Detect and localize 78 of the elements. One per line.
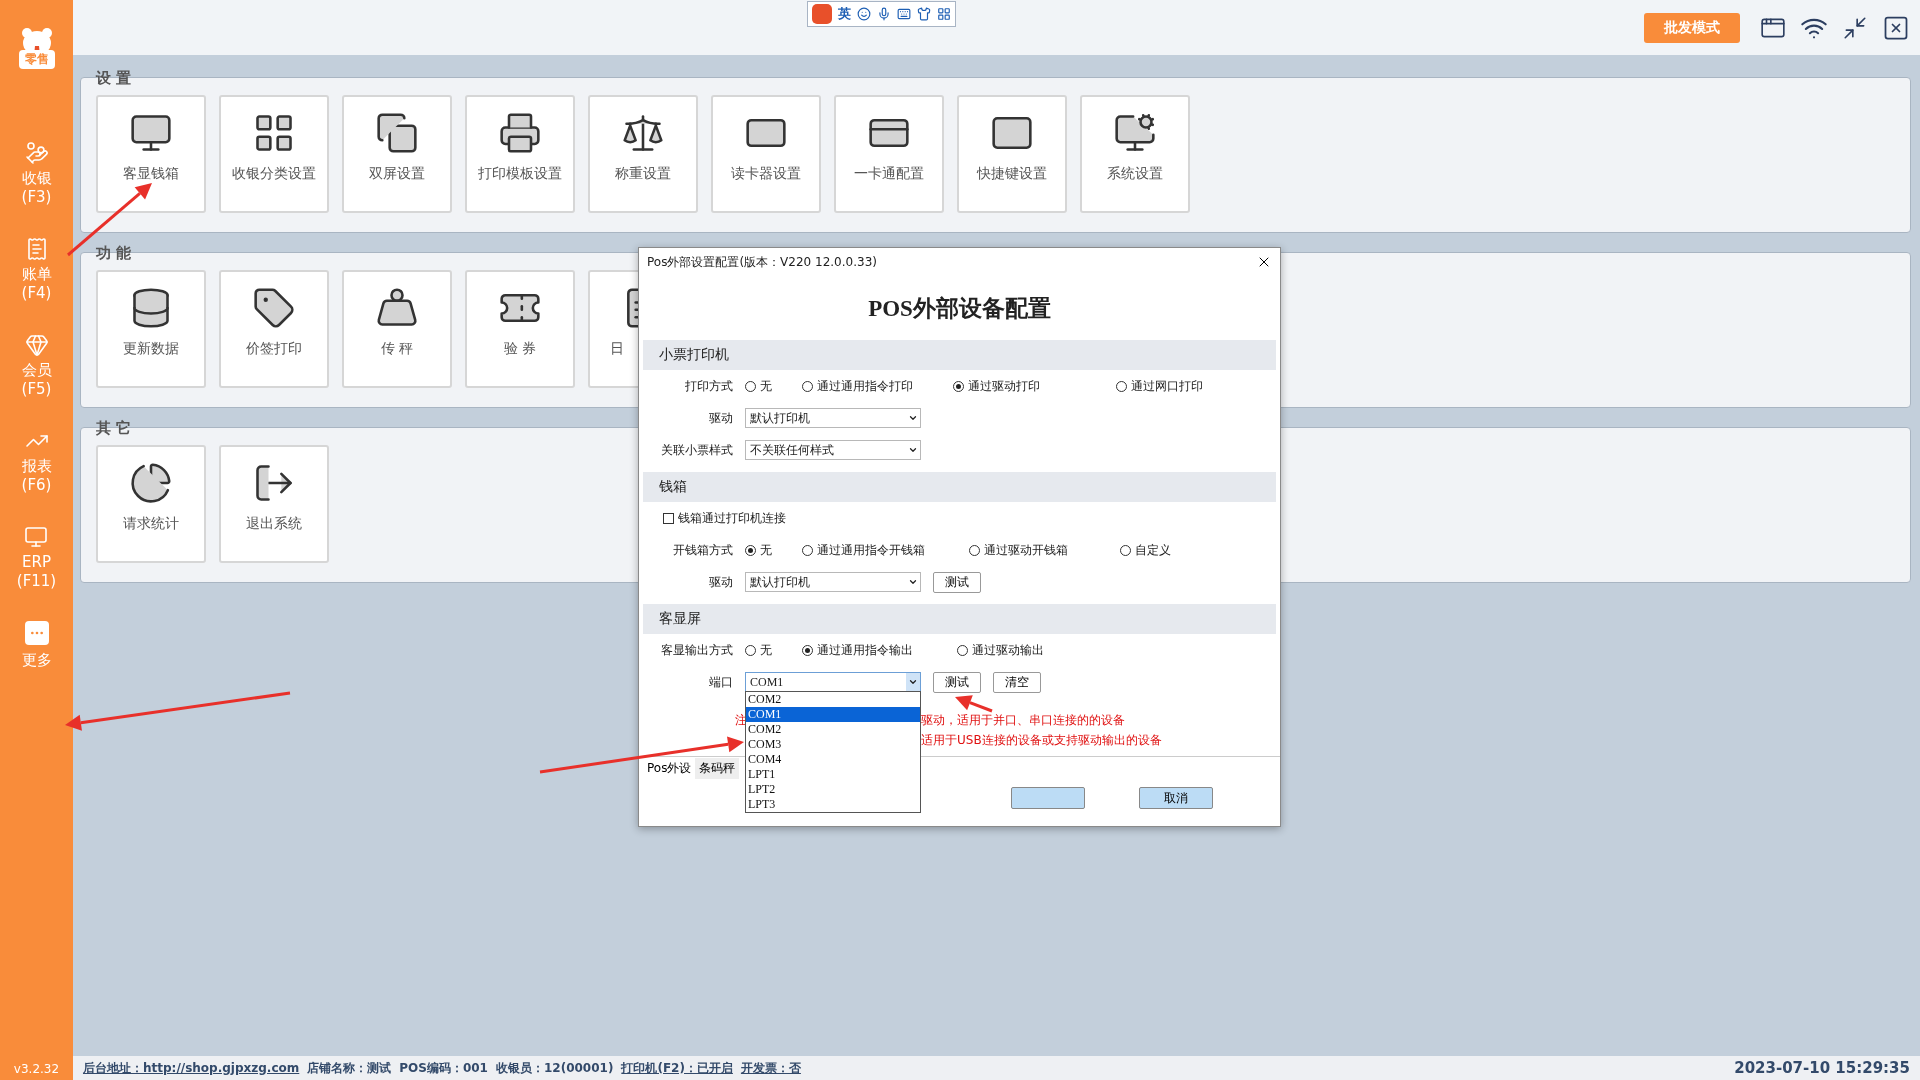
radio-option[interactable]: 无: [745, 541, 772, 559]
settings-tile[interactable]: 传 秤: [342, 270, 452, 388]
pie-chart-icon: [129, 461, 173, 505]
radio-option[interactable]: 通过通用指令打印: [802, 377, 913, 395]
section-title: 功 能: [96, 244, 132, 262]
radio-option[interactable]: 无: [745, 377, 772, 395]
caret-icon: [908, 413, 918, 423]
settings-tile[interactable]: 双屏设置: [342, 95, 452, 213]
cancel-button[interactable]: 取消: [1139, 787, 1213, 809]
version-text: v3.2.32: [13, 1062, 60, 1076]
caret-icon: [908, 577, 918, 587]
dialog-button[interactable]: 测试: [933, 671, 981, 693]
settings-tile[interactable]: 价签打印: [219, 270, 329, 388]
settings-tile[interactable]: 打印模板设置: [465, 95, 575, 213]
field-label: 打印方式: [684, 377, 733, 395]
section-title: 其 它: [96, 419, 132, 437]
dropdown[interactable]: 默认打印机: [745, 572, 921, 592]
field-label: 端口: [708, 673, 733, 691]
settings-tile[interactable]: 客显钱箱: [96, 95, 206, 213]
printer-icon: [498, 111, 542, 155]
status-link[interactable]: 打印机(F2)：已开启: [621, 1059, 733, 1077]
ime-language[interactable]: 英: [838, 5, 851, 23]
grid-icon[interactable]: [937, 7, 951, 21]
field-label: 关联小票样式: [660, 441, 733, 459]
status-text: 收银员：12(00001): [495, 1059, 614, 1077]
tag-icon: [252, 286, 296, 330]
dialog-title: Pos外部设置配置(版本：V220 12.0.0.33): [647, 253, 877, 271]
datetime-text: 2023-07-10 15:29:35: [1734, 1059, 1910, 1077]
field-label: 客显输出方式: [660, 641, 733, 659]
dialog-button[interactable]: 清空: [993, 671, 1041, 693]
status-link[interactable]: 开发票：否: [740, 1059, 801, 1077]
field-label: 开钱箱方式: [672, 541, 733, 559]
checkbox-option[interactable]: 钱箱通过打印机连接: [663, 509, 786, 527]
radio-option[interactable]: 通过通用指令开钱箱: [802, 541, 925, 559]
settings-tile[interactable]: 称重设置: [588, 95, 698, 213]
group-title: 客显屏: [659, 610, 701, 628]
group-title: 钱箱: [659, 478, 687, 496]
settings-tile[interactable]: 系统设置: [1080, 95, 1190, 213]
caret-icon: [908, 677, 918, 687]
annotation-arrow: [955, 695, 993, 713]
section-title: 设 置: [96, 69, 132, 87]
group-title: 小票打印机: [659, 346, 729, 364]
radio-option[interactable]: 通过驱动打印: [953, 377, 1040, 395]
radio-option[interactable]: 通过驱动输出: [957, 641, 1044, 659]
settings-tile[interactable]: 一卡通配置: [834, 95, 944, 213]
copy-icon: [375, 111, 419, 155]
radio-option[interactable]: 通过网口打印: [1116, 377, 1203, 395]
dialog-tab[interactable]: 条码秤: [695, 757, 740, 779]
settings-tile[interactable]: 快捷键设置: [957, 95, 1067, 213]
dropdown-option[interactable]: COM1: [746, 707, 920, 722]
radio-option[interactable]: 通过通用指令输出: [802, 641, 913, 659]
logo-text: 零售: [18, 50, 55, 69]
radio-option[interactable]: 自定义: [1120, 541, 1171, 559]
shirt-icon[interactable]: [917, 7, 931, 21]
dropdown[interactable]: 默认打印机: [745, 408, 921, 428]
microphone-icon[interactable]: [877, 7, 891, 21]
settings-tile[interactable]: 验 券: [465, 270, 575, 388]
note-text: 驱动，适用于并口、串口连接的的设备: [921, 712, 1126, 729]
dialog-button[interactable]: 测试: [933, 571, 981, 593]
ime-logo-icon[interactable]: [812, 4, 832, 24]
settings-tile[interactable]: 收银分类设置: [219, 95, 329, 213]
settings-tile[interactable]: 读卡器设置: [711, 95, 821, 213]
caret-icon: [908, 445, 918, 455]
settings-tile[interactable]: 请求统计: [96, 445, 206, 563]
dropdown[interactable]: 不关联任何样式: [745, 440, 921, 460]
status-text: 店铺名称：测试: [307, 1059, 392, 1077]
field-label: 驱动: [708, 573, 733, 591]
minimize-icon[interactable]: [1842, 14, 1868, 41]
status-link[interactable]: 后台地址：http://shop.gjpxzg.com: [83, 1059, 300, 1077]
settings-tile[interactable]: 退出系统: [219, 445, 329, 563]
settings-tile[interactable]: 更新数据: [96, 270, 206, 388]
radio-option[interactable]: 通过驱动开钱箱: [969, 541, 1068, 559]
radio-option[interactable]: 无: [745, 641, 772, 659]
note-text: 适用于USB连接的设备或支持驱动输出的设备: [921, 732, 1162, 749]
dialog-heading: POS外部设备配置: [868, 294, 1051, 323]
status-text: POS编码：001: [399, 1059, 488, 1077]
field-label: 驱动: [708, 409, 733, 427]
smile-icon[interactable]: [857, 7, 871, 21]
